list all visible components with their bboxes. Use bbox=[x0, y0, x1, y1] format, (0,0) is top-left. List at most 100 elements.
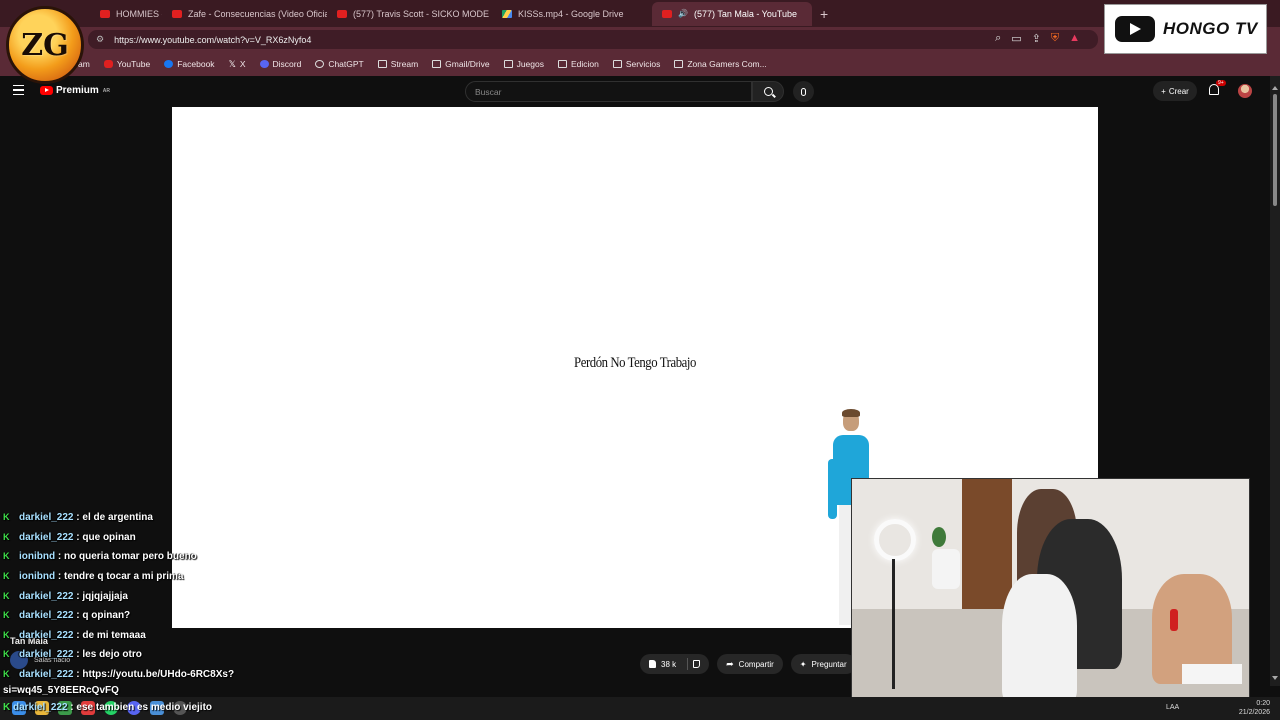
youtube-play-icon bbox=[40, 86, 53, 95]
page-scrollbar[interactable] bbox=[1270, 76, 1280, 686]
clock-time: 0:20 bbox=[1256, 700, 1270, 707]
browser-tab-strip: HOMMIES - PANKKY - Yo Zafe - Consecuenci… bbox=[0, 0, 1280, 27]
share-label: Compartir bbox=[738, 659, 774, 669]
create-button[interactable]: + Crear bbox=[1153, 81, 1197, 101]
bookmark-label: YouTube bbox=[116, 59, 151, 69]
create-label: Crear bbox=[1168, 86, 1189, 96]
language-indicator[interactable]: LAA bbox=[1166, 704, 1179, 711]
bookmark-edicion[interactable]: Edicion bbox=[557, 59, 599, 69]
youtube-favicon-icon bbox=[337, 9, 347, 18]
taskbar: K darkiel_222 : ese tambien es medio vie… bbox=[0, 697, 1280, 720]
like-divider bbox=[687, 658, 689, 670]
ask-button[interactable]: ✦ Preguntar bbox=[790, 654, 856, 674]
share-arrow-icon: ➦ bbox=[726, 658, 734, 669]
chat-text: : q opinan? bbox=[76, 610, 131, 622]
bookmark-x[interactable]: 𝕏X bbox=[229, 59, 246, 70]
youtube-icon bbox=[103, 60, 113, 68]
youtube-favicon-icon bbox=[172, 9, 182, 18]
zoom-icon[interactable]: ⌕ bbox=[995, 32, 1001, 45]
menu-icon[interactable] bbox=[13, 85, 24, 95]
stream-chat-overlay: Kdarkiel_222 : el de argentina Kdarkiel_… bbox=[0, 508, 260, 684]
account-avatar[interactable] bbox=[1238, 84, 1252, 98]
tab-zafe[interactable]: Zafe - Consecuencias (Video Oficial) bbox=[162, 2, 327, 26]
url-field[interactable]: ⚙ https://www.youtube.com/watch?v=V_RX6z… bbox=[88, 30, 1098, 49]
hongo-tv-logo: HONGO TV bbox=[1104, 4, 1267, 54]
bookmark-label: X bbox=[239, 59, 246, 69]
chat-text: : jqjqjajjaja bbox=[76, 590, 128, 602]
tab-travis-scott[interactable]: (577) Travis Scott - SICKO MODE (Of bbox=[327, 2, 492, 26]
like-count: 38 k bbox=[661, 659, 677, 669]
logo-country: AR bbox=[102, 87, 111, 94]
bookmark-youtube[interactable]: YouTube bbox=[103, 59, 151, 69]
folder-icon bbox=[612, 60, 622, 68]
share-button[interactable]: ➦ Compartir bbox=[717, 654, 783, 674]
bookmark-servicios[interactable]: Servicios bbox=[612, 59, 661, 69]
tab-label: (577) Tan Mala - YouTube bbox=[693, 8, 798, 19]
url-text: https://www.youtube.com/watch?v=V_RX6zNy… bbox=[114, 34, 312, 45]
search-button[interactable] bbox=[752, 81, 784, 102]
rewards-icon[interactable]: ▲ bbox=[1069, 32, 1080, 45]
bookmark-label: Servicios bbox=[625, 59, 661, 69]
chat-text: : les dejo otro bbox=[76, 649, 142, 661]
x-logo-icon: 𝕏 bbox=[228, 58, 236, 69]
chat-user: darkiel_222 bbox=[19, 590, 74, 602]
kick-badge-icon: K bbox=[3, 669, 10, 680]
scrollbar-thumb[interactable] bbox=[1273, 94, 1277, 206]
bookmark-stream[interactable]: Stream bbox=[377, 59, 418, 69]
tab-tan-mala[interactable]: 🔊 (577) Tan Mala - YouTube ✕ bbox=[652, 1, 812, 26]
notifications-badge: 9+ bbox=[1216, 80, 1226, 86]
scroll-up-icon[interactable] bbox=[1272, 86, 1278, 90]
chat-user: darkiel_222 bbox=[19, 649, 74, 661]
bookmark-juegos[interactable]: Juegos bbox=[503, 59, 544, 69]
chat-message: Kionibnd : no queria tomar pero bueno bbox=[0, 547, 260, 567]
bookmark-label: Gmail/Drive bbox=[445, 59, 490, 69]
chat-message: Kionibnd : tendre q tocar a mi prima bbox=[0, 567, 260, 587]
desk bbox=[1182, 664, 1242, 684]
bookmark-gmail-drive[interactable]: Gmail/Drive bbox=[432, 59, 490, 69]
brave-shield-icon[interactable]: ⛨ bbox=[1051, 32, 1059, 45]
chat-text: : https://youtu.be/UHdo-6RC8Xs? bbox=[76, 669, 235, 681]
new-tab-button[interactable]: + bbox=[820, 6, 828, 22]
tab-google-drive[interactable]: KISSs.mp4 - Google Drive bbox=[492, 2, 652, 26]
tab-label: Zafe - Consecuencias (Video Oficial) bbox=[188, 8, 327, 19]
voice-search-button[interactable] bbox=[793, 81, 814, 102]
bookmark-zona-gamers[interactable]: Zona Gamers Com... bbox=[674, 59, 767, 69]
youtube-favicon-icon bbox=[662, 9, 672, 18]
kick-badge-icon: K bbox=[3, 649, 10, 660]
system-clock[interactable]: 0:20 21/2/2026 bbox=[1239, 699, 1270, 717]
tab-hommies[interactable]: HOMMIES - PANKKY - Yo bbox=[90, 2, 162, 26]
youtube-logo[interactable]: Premium AR bbox=[40, 85, 110, 96]
tab-label: KISSs.mp4 - Google Drive bbox=[518, 8, 624, 19]
chat-message: Kdarkiel_222 : jqjqjajjaja bbox=[0, 586, 260, 606]
folder-icon bbox=[557, 60, 567, 68]
clock-date: 21/2/2026 bbox=[1238, 709, 1270, 716]
kick-badge-icon: K bbox=[3, 590, 10, 601]
address-bar-row: ⚙ https://www.youtube.com/watch?v=V_RX6z… bbox=[0, 27, 1280, 52]
microphone-icon bbox=[801, 87, 806, 96]
bookmark-chatgpt[interactable]: ChatGPT bbox=[315, 59, 364, 69]
bookmark-discord[interactable]: Discord bbox=[259, 59, 301, 69]
site-settings-icon[interactable]: ⚙ bbox=[96, 34, 104, 45]
webcam-door bbox=[962, 479, 1012, 609]
scroll-down-icon[interactable] bbox=[1272, 676, 1278, 680]
tripod bbox=[892, 559, 895, 689]
share-icon[interactable]: ⇪ bbox=[1032, 32, 1041, 45]
thumbs-down-icon[interactable] bbox=[693, 660, 701, 668]
tab-label: (577) Travis Scott - SICKO MODE (Of bbox=[353, 8, 492, 19]
kick-badge-icon: K bbox=[3, 512, 10, 523]
kick-badge-icon: K bbox=[3, 571, 10, 582]
drive-favicon-icon bbox=[502, 9, 512, 18]
ask-label: Preguntar bbox=[811, 659, 847, 669]
search-input[interactable]: Buscar bbox=[465, 81, 752, 102]
bookmark-facebook[interactable]: Facebook bbox=[164, 59, 215, 69]
chat-user: darkiel_222 bbox=[19, 610, 74, 622]
cast-icon[interactable]: ▭ bbox=[1011, 32, 1021, 45]
bookmarks-bar: am YouTube Facebook 𝕏X Discord ChatGPT S… bbox=[0, 52, 1280, 76]
video-caption-text: Perdón No Tengo Trabajo bbox=[574, 355, 696, 371]
chat-user: ionibnd bbox=[19, 571, 56, 583]
speaker-icon: 🔊 bbox=[678, 9, 688, 18]
like-button[interactable]: 38 k bbox=[640, 654, 710, 674]
sparkle-icon: ✦ bbox=[799, 659, 807, 669]
chair bbox=[932, 549, 960, 589]
chat-message: Kdarkiel_222 : de mi temaaa bbox=[0, 626, 260, 646]
